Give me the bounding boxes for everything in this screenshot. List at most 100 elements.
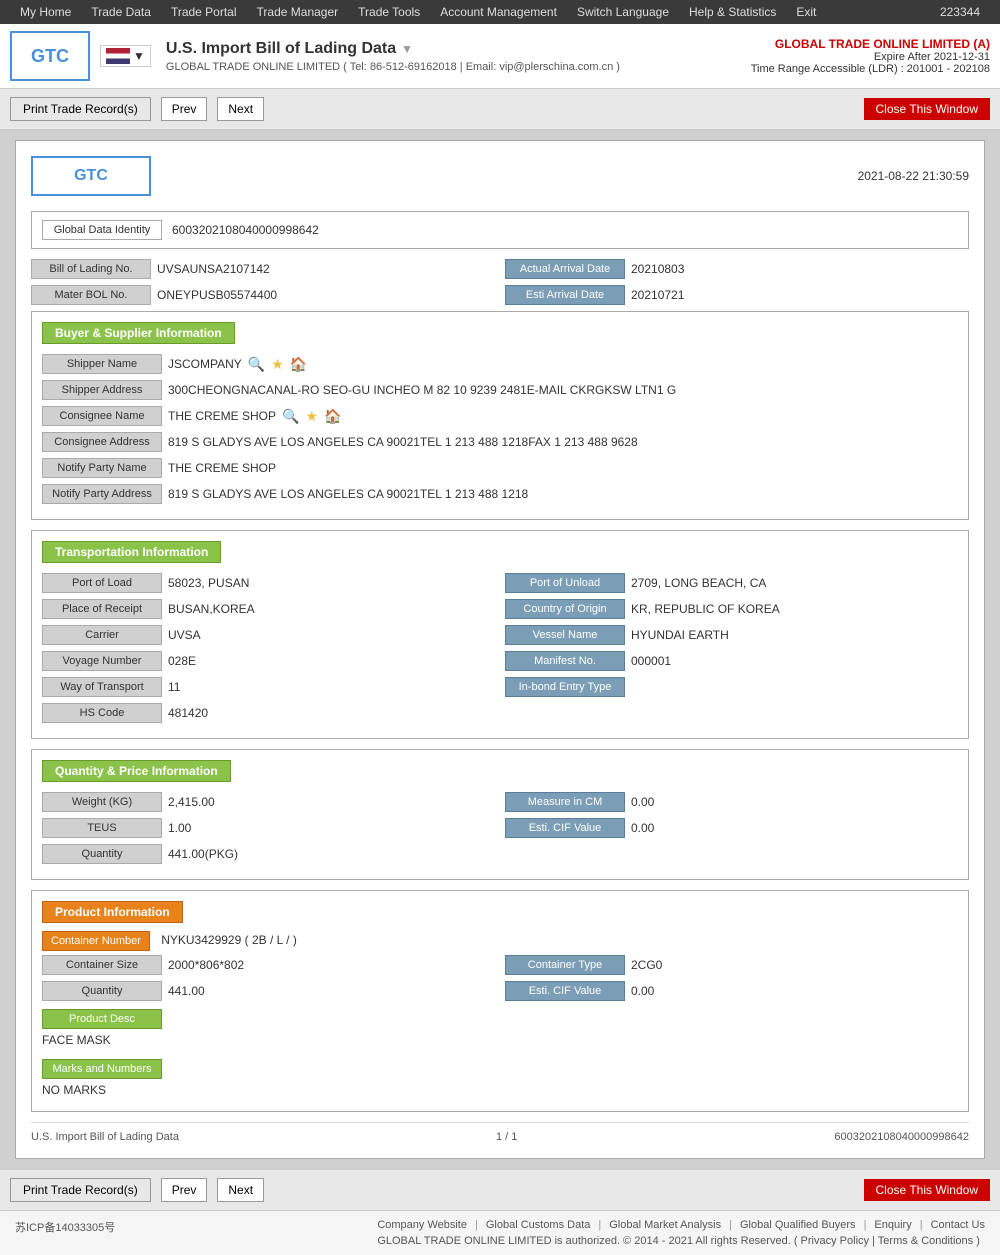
action-bar-top: Print Trade Record(s) Prev Next Close Th… — [0, 89, 1000, 130]
flag-arrow: ▼ — [133, 49, 145, 63]
footer-link-buyers[interactable]: Global Qualified Buyers — [740, 1219, 856, 1231]
footer-link-company[interactable]: Company Website — [377, 1219, 467, 1231]
esti-arrival-label: Esti Arrival Date — [505, 285, 625, 305]
esti-cif2-label: Esti. CIF Value — [505, 981, 625, 1001]
notify-party-address-label: Notify Party Address — [42, 484, 162, 504]
consignee-name-value: THE CREME SHOP — [168, 409, 276, 423]
footer-links: Company Website | Global Customs Data | … — [377, 1219, 985, 1231]
container-type-item: Container Type 2CG0 — [505, 955, 958, 975]
record-logo: GTC — [31, 156, 151, 196]
hs-code-value: 481420 — [168, 706, 208, 720]
footer-link-contact[interactable]: Contact Us — [931, 1219, 985, 1231]
prev-button-bottom[interactable]: Prev — [161, 1178, 208, 1202]
next-button-top[interactable]: Next — [217, 97, 264, 121]
footer-row: 苏ICP备14033305号 Company Website | Global … — [15, 1219, 985, 1247]
vessel-name-value: HYUNDAI EARTH — [631, 628, 729, 642]
container-number-label: Container Number — [42, 931, 150, 951]
flag-image — [106, 48, 130, 64]
close-button-bottom[interactable]: Close This Window — [864, 1179, 990, 1201]
country-of-origin-item: Country of Origin KR, REPUBLIC OF KOREA — [505, 599, 958, 619]
footer-link-customs[interactable]: Global Customs Data — [486, 1219, 591, 1231]
header-bar: GTC ▼ U.S. Import Bill of Lading Data ▼ … — [0, 24, 1000, 89]
footer-copyright: GLOBAL TRADE ONLINE LIMITED is authorize… — [377, 1235, 985, 1247]
star-icon-consignee[interactable]: ★ — [305, 408, 318, 425]
product-title: Product Information — [42, 901, 183, 923]
port-of-load-item: Port of Load 58023, PUSAN — [42, 573, 495, 593]
container-number-row: Container Number NYKU3429929 ( 2B / L / … — [42, 933, 958, 947]
record-header: GTC 2021-08-22 21:30:59 — [31, 156, 969, 196]
star-icon-shipper[interactable]: ★ — [271, 356, 284, 373]
way-of-transport-label: Way of Transport — [42, 677, 162, 697]
footer-privacy[interactable]: Privacy Policy — [801, 1235, 869, 1247]
actual-arrival-label: Actual Arrival Date — [505, 259, 625, 279]
next-button-bottom[interactable]: Next — [217, 1178, 264, 1202]
nav-my-home[interactable]: My Home — [10, 0, 81, 24]
footer-link-enquiry[interactable]: Enquiry — [874, 1219, 911, 1231]
port-of-unload-label: Port of Unload — [505, 573, 625, 593]
notify-party-address-value: 819 S GLADYS AVE LOS ANGELES CA 90021TEL… — [168, 487, 528, 501]
way-of-transport-value: 11 — [168, 680, 180, 694]
search-icon-consignee[interactable]: 🔍 — [282, 408, 299, 425]
logo-area: GTC ▼ — [10, 31, 166, 81]
carrier-value: UVSA — [168, 628, 201, 642]
print-button-top[interactable]: Print Trade Record(s) — [10, 97, 151, 121]
footer-links-area: Company Website | Global Customs Data | … — [377, 1219, 985, 1247]
consignee-name-item: Consignee Name THE CREME SHOP 🔍 ★ 🏠 — [42, 406, 495, 426]
home-icon-shipper[interactable]: 🏠 — [290, 356, 307, 373]
shipper-address-item: Shipper Address 300CHEONGNACANAL-RO SEO-… — [42, 380, 958, 400]
footer-terms[interactable]: Terms & Conditions — [878, 1235, 973, 1247]
product-grid: Container Size 2000*806*802 Container Ty… — [42, 955, 958, 1001]
nav-account-mgmt[interactable]: Account Management — [430, 0, 567, 24]
flag-button[interactable]: ▼ — [100, 45, 151, 67]
bol-no-label: Bill of Lading No. — [31, 259, 151, 279]
footer-link-market[interactable]: Global Market Analysis — [609, 1219, 721, 1231]
search-icon-shipper[interactable]: 🔍 — [248, 356, 265, 373]
shipper-name-item: Shipper Name JSCOMPANY 🔍 ★ 🏠 — [42, 354, 495, 374]
action-bar-bottom: Print Trade Record(s) Prev Next Close Th… — [0, 1169, 1000, 1210]
way-of-transport-item: Way of Transport 11 — [42, 677, 495, 697]
place-of-receipt-value: BUSAN,KOREA — [168, 602, 255, 616]
measure-cm-label: Measure in CM — [505, 792, 625, 812]
nav-trade-tools[interactable]: Trade Tools — [348, 0, 430, 24]
nav-trade-manager[interactable]: Trade Manager — [247, 0, 349, 24]
consignee-address-label: Consignee Address — [42, 432, 162, 452]
page-title: U.S. Import Bill of Lading Data ▼ — [166, 40, 751, 58]
bol-no-value: UVSAUNSA2107142 — [157, 262, 270, 276]
nav-trade-portal[interactable]: Trade Portal — [161, 0, 247, 24]
print-button-bottom[interactable]: Print Trade Record(s) — [10, 1178, 151, 1202]
port-of-unload-item: Port of Unload 2709, LONG BEACH, CA — [505, 573, 958, 593]
hs-code-label: HS Code — [42, 703, 162, 723]
quantity2-label: Quantity — [42, 981, 162, 1001]
shipper-address-value: 300CHEONGNACANAL-RO SEO-GU INCHEO M 82 1… — [168, 383, 676, 397]
home-icon-consignee[interactable]: 🏠 — [324, 408, 341, 425]
close-button-top[interactable]: Close This Window — [864, 98, 990, 120]
place-of-receipt-item: Place of Receipt BUSAN,KOREA — [42, 599, 495, 619]
marks-numbers-value: NO MARKS — [42, 1079, 958, 1101]
consignee-address-value: 819 S GLADYS AVE LOS ANGELES CA 90021TEL… — [168, 435, 638, 449]
record-footer-page: 1 / 1 — [496, 1131, 517, 1143]
prev-button-top[interactable]: Prev — [161, 97, 208, 121]
esti-arrival-item: Esti Arrival Date 20210721 — [505, 285, 969, 305]
nav-trade-data[interactable]: Trade Data — [81, 0, 161, 24]
transport-title: Transportation Information — [42, 541, 221, 563]
nav-help-stats[interactable]: Help & Statistics — [679, 0, 786, 24]
marks-numbers-label: Marks and Numbers — [42, 1059, 162, 1079]
carrier-label: Carrier — [42, 625, 162, 645]
container-type-label: Container Type — [505, 955, 625, 975]
country-of-origin-label: Country of Origin — [505, 599, 625, 619]
record-card: GTC 2021-08-22 21:30:59 Global Data Iden… — [15, 140, 985, 1159]
actual-arrival-value: 20210803 — [631, 262, 684, 276]
container-size-item: Container Size 2000*806*802 — [42, 955, 495, 975]
nav-exit[interactable]: Exit — [786, 0, 826, 24]
page-subtitle: GLOBAL TRADE ONLINE LIMITED ( Tel: 86-51… — [166, 61, 751, 73]
notify-party-name-item: Notify Party Name THE CREME SHOP — [42, 458, 495, 478]
hs-code-item: HS Code 481420 — [42, 703, 495, 723]
nav-switch-lang[interactable]: Switch Language — [567, 0, 679, 24]
measure-cm-item: Measure in CM 0.00 — [505, 792, 958, 812]
main-content: GTC 2021-08-22 21:30:59 Global Data Iden… — [0, 130, 1000, 1169]
port-of-unload-value: 2709, LONG BEACH, CA — [631, 576, 766, 590]
record-footer: U.S. Import Bill of Lading Data 1 / 1 60… — [31, 1122, 969, 1143]
mater-bol-label: Mater BOL No. — [31, 285, 151, 305]
global-data-id-label: Global Data Identity — [42, 220, 162, 240]
teus-label: TEUS — [42, 818, 162, 838]
